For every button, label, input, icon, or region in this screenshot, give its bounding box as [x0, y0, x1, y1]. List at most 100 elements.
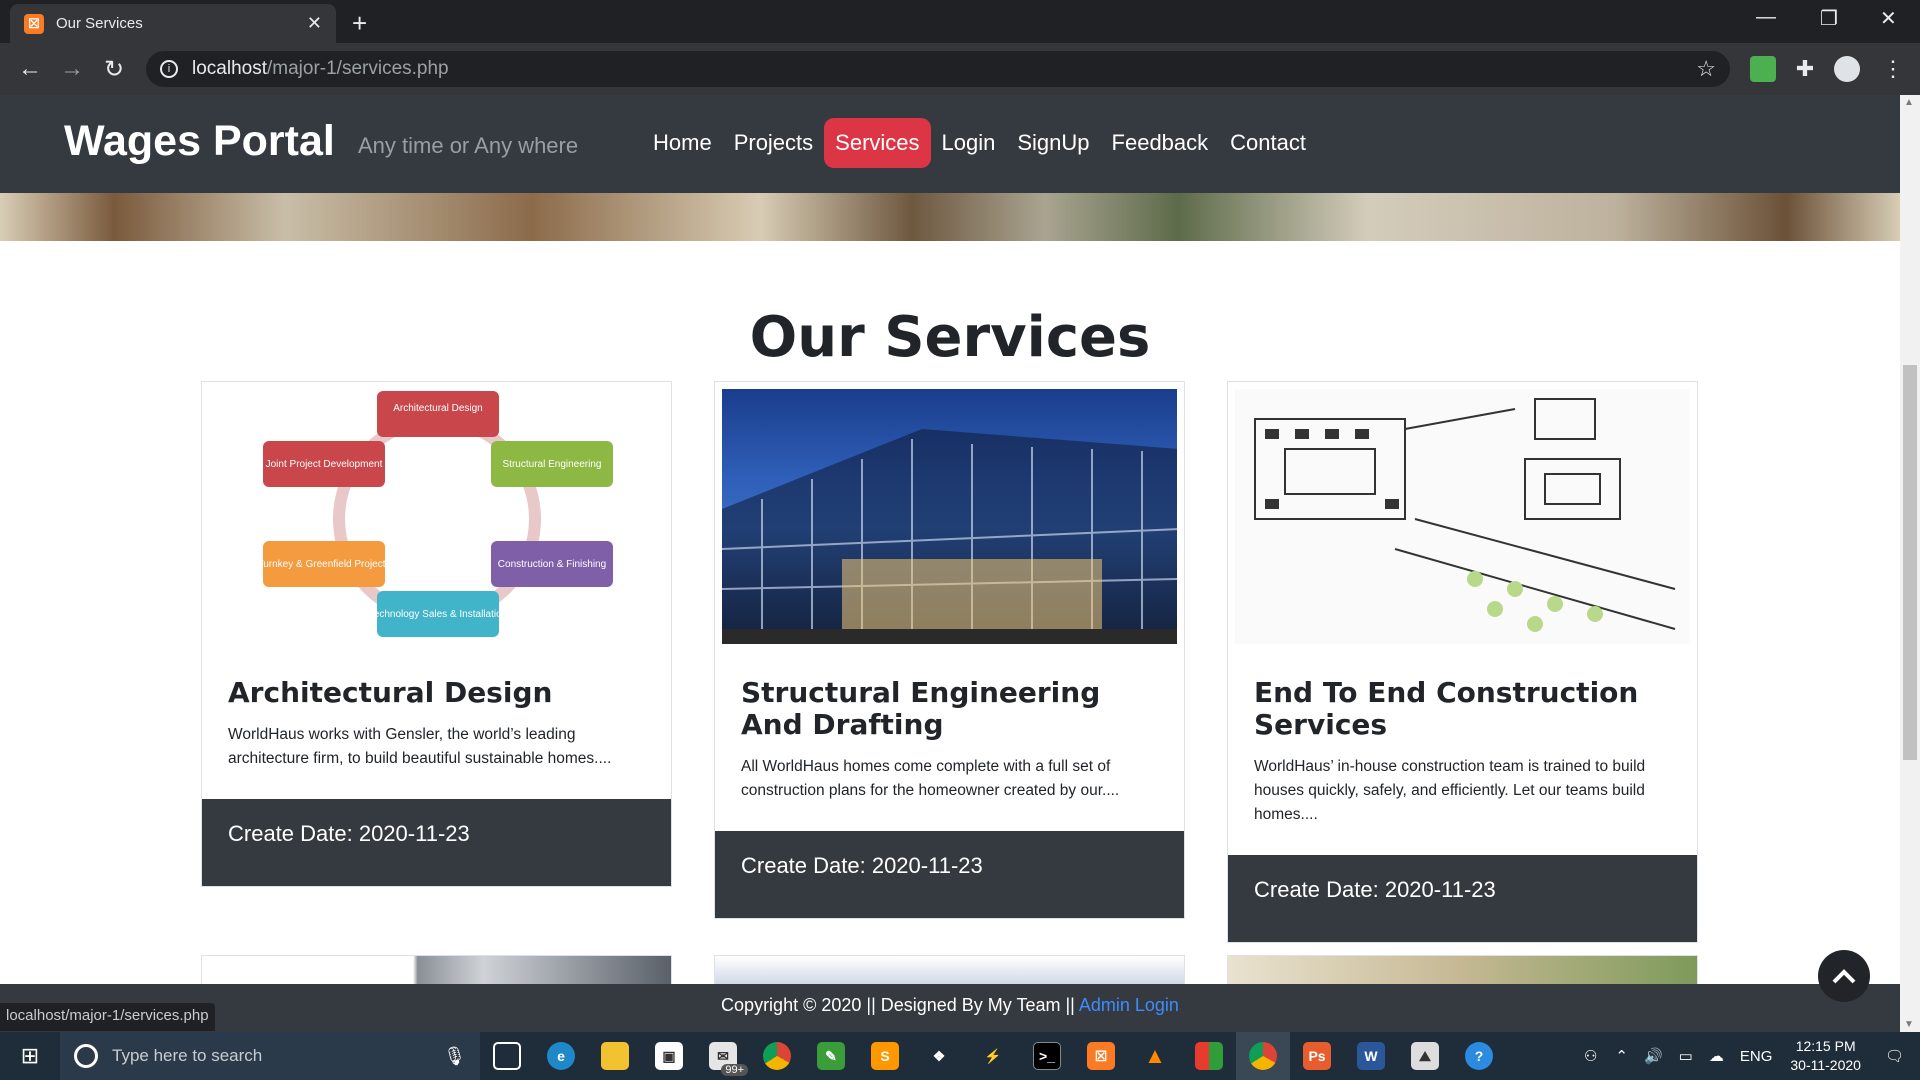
search-placeholder: Type here to search — [112, 1046, 263, 1065]
site-info-icon[interactable]: i — [160, 60, 178, 78]
clock-time: 12:15 PM — [1795, 1038, 1856, 1054]
tab-close-icon[interactable]: ✕ — [307, 13, 322, 34]
vscode-icon[interactable]: ⚡ — [966, 1032, 1020, 1080]
profile-avatar[interactable] — [1834, 56, 1860, 82]
mail-badge: 99+ — [721, 1064, 748, 1076]
close-window-icon[interactable]: ✕ — [1880, 6, 1897, 31]
main-menu: Home Projects Services Login SignUp Feed… — [642, 118, 1317, 168]
card-text: All WorldHaus homes come complete with a… — [741, 758, 1120, 799]
forward-icon[interactable]: → — [60, 55, 84, 83]
diagram-node-2: Structural Engineering — [503, 459, 602, 470]
help-icon[interactable]: ? — [1452, 1032, 1506, 1080]
browser-tab-bar: ☒ Our Services ✕ + — ❐ ✕ — [0, 0, 1920, 43]
nav-login[interactable]: Login — [931, 118, 1007, 168]
task-view-icon[interactable] — [480, 1032, 534, 1080]
restore-icon[interactable]: ❐ — [1820, 6, 1838, 31]
chrome-icon[interactable] — [750, 1032, 804, 1080]
url-path: /major-1/services.php — [267, 58, 449, 79]
url-host: localhost — [192, 58, 267, 79]
extensions-puzzle-icon[interactable]: ✚ — [1792, 56, 1818, 82]
link-status-bubble: localhost/major-1/services.php — [0, 1003, 215, 1031]
browser-tab[interactable]: ☒ Our Services ✕ — [10, 4, 336, 43]
xampp-favicon-icon: ☒ — [24, 13, 44, 34]
back-icon[interactable]: ← — [18, 55, 42, 83]
service-card: Architectural Design Structural Engineer… — [201, 381, 672, 887]
cortana-icon — [74, 1044, 98, 1068]
word-icon[interactable]: W — [1344, 1032, 1398, 1080]
tab-title: Our Services — [56, 15, 143, 32]
language-indicator[interactable]: ENG — [1740, 1048, 1773, 1065]
clock[interactable]: 12:15 PM 30-11-2020 — [1790, 1037, 1861, 1075]
dropbox-icon[interactable]: ❖ — [912, 1032, 966, 1080]
card-text: WorldHaus works with Gensler, the world’… — [228, 726, 612, 767]
file-explorer-icon[interactable] — [588, 1032, 642, 1080]
new-tab-icon[interactable]: + — [352, 8, 367, 39]
store-icon[interactable]: ▣ — [642, 1032, 696, 1080]
card-title: End To End Construction Services — [1254, 676, 1639, 741]
service-card: End To End Construction Services WorldHa… — [1227, 381, 1698, 943]
bookmark-star-icon[interactable]: ☆ — [1696, 56, 1716, 82]
scroll-up-arrow-icon[interactable]: ▲ — [1904, 97, 1914, 108]
vlc-icon[interactable]: ▲ — [1128, 1032, 1182, 1080]
diagram-node-4: Technology Sales & Installation — [369, 609, 507, 620]
volume-icon[interactable]: 🔊 — [1644, 1047, 1663, 1065]
nav-signup[interactable]: SignUp — [1006, 118, 1100, 168]
site-navbar: Wages Portal Any time or Any where Home … — [0, 95, 1900, 193]
notifications-icon[interactable]: 🗨 — [1885, 1047, 1904, 1065]
copyright-text: Copyright © 2020 || Designed By My Team … — [721, 995, 1075, 1015]
nav-feedback[interactable]: Feedback — [1101, 118, 1220, 168]
chevron-up-icon — [1832, 969, 1856, 984]
mail-icon[interactable]: ✉ 99+ — [696, 1032, 750, 1080]
office-icon[interactable] — [1182, 1032, 1236, 1080]
card-footer-date: Create Date: 2020-11-23 — [202, 799, 671, 886]
card-title: Architectural Design — [228, 676, 553, 709]
admin-login-link[interactable]: Admin Login — [1079, 995, 1179, 1015]
battery-icon[interactable]: ▭ — [1679, 1047, 1693, 1065]
edge-icon[interactable]: e — [534, 1032, 588, 1080]
extension-icon[interactable] — [1750, 56, 1776, 82]
menu-kebab-icon[interactable]: ⋮ — [1880, 56, 1906, 82]
card-footer-date: Create Date: 2020-11-23 — [1228, 855, 1697, 942]
photoshop-icon[interactable]: Ps — [1290, 1032, 1344, 1080]
system-tray: ⚇ ⌃ 🔊 ▭ ☁ ENG 12:15 PM 30-11-2020 🗨 — [1574, 1032, 1920, 1080]
tagline: Any time or Any where — [358, 133, 579, 158]
microphone-icon[interactable]: 🎙 — [443, 1046, 466, 1067]
taskbar-search[interactable]: Type here to search 🎙 — [60, 1032, 480, 1080]
site-footer: Copyright © 2020 || Designed By My Team … — [0, 984, 1900, 1032]
browser-toolbar: ← → ↻ i localhost /major-1/services.php … — [0, 43, 1920, 95]
reload-icon[interactable]: ↻ — [104, 55, 124, 84]
scroll-to-top-button[interactable] — [1818, 950, 1870, 1002]
windows-start-icon[interactable]: ⊞ — [0, 1032, 60, 1080]
network-icon[interactable]: ☁ — [1709, 1047, 1724, 1065]
people-icon[interactable]: ⚇ — [1584, 1047, 1597, 1065]
brand-logo[interactable]: Wages Portal — [64, 117, 335, 166]
diagram-node-5: Turnkey & Greenfield Projects — [257, 559, 390, 570]
minimize-icon[interactable]: — — [1756, 6, 1776, 29]
card-text: WorldHaus’ in-house construction team is… — [1254, 758, 1646, 823]
nav-projects[interactable]: Projects — [723, 118, 824, 168]
service-card-partial — [714, 955, 1185, 985]
notepad-icon[interactable]: ✎ — [804, 1032, 858, 1080]
address-bar[interactable]: i localhost /major-1/services.php ☆ — [146, 51, 1730, 87]
sublime-icon[interactable]: S — [858, 1032, 912, 1080]
chrome-active-icon[interactable] — [1236, 1032, 1290, 1080]
site-plan-sketch — [1235, 389, 1690, 644]
service-card: Structural Engineering And Drafting All … — [714, 381, 1185, 919]
show-hidden-icons-icon[interactable]: ⌃ — [1615, 1047, 1628, 1065]
page-scrollbar[interactable]: ▲ ▼ — [1900, 95, 1920, 1032]
service-card-partial — [201, 955, 672, 985]
diagram-node-1: Architectural Design — [393, 403, 482, 414]
nav-home[interactable]: Home — [642, 118, 723, 168]
card-footer-date: Create Date: 2020-11-23 — [715, 831, 1184, 918]
xampp-icon[interactable]: ☒ — [1074, 1032, 1128, 1080]
card-title: Structural Engineering And Drafting — [741, 676, 1101, 741]
nav-services[interactable]: Services — [824, 118, 931, 168]
scrollbar-thumb[interactable] — [1903, 365, 1917, 760]
terminal-icon[interactable]: >_ — [1020, 1032, 1074, 1080]
photos-icon[interactable]: ⛰ — [1398, 1032, 1452, 1080]
scroll-down-arrow-icon[interactable]: ▼ — [1904, 1019, 1914, 1030]
nav-contact[interactable]: Contact — [1219, 118, 1317, 168]
services-cycle-diagram: Architectural Design Structural Engineer… — [209, 389, 664, 644]
page-title: Our Services — [749, 305, 1151, 370]
diagram-node-6: Joint Project Development — [266, 459, 383, 470]
